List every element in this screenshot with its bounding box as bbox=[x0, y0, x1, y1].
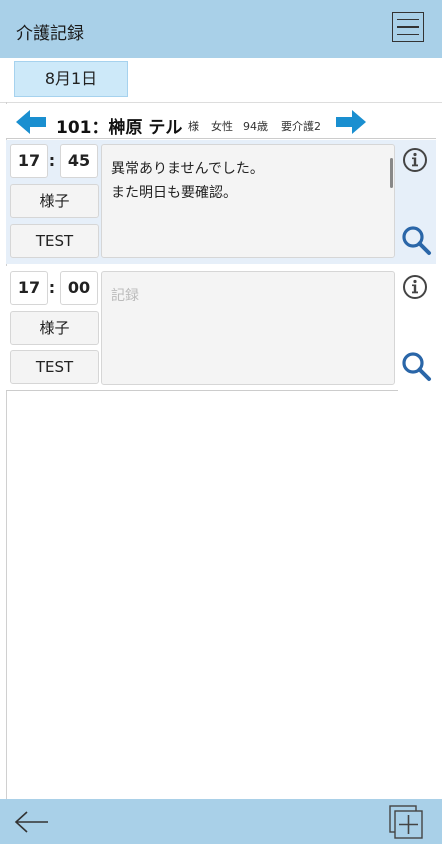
time-separator: : bbox=[48, 151, 56, 170]
add-record-icon[interactable] bbox=[388, 804, 424, 840]
resident-gender: 女性 bbox=[211, 120, 233, 133]
record-staff-button[interactable]: TEST bbox=[10, 224, 99, 258]
record-hour-field[interactable]: 17 bbox=[10, 144, 48, 178]
record-staff-button[interactable]: TEST bbox=[10, 350, 99, 384]
back-arrow-icon[interactable] bbox=[14, 810, 50, 834]
record-hour-field[interactable]: 17 bbox=[10, 271, 48, 305]
page-title: 介護記録 bbox=[16, 24, 84, 44]
info-icon[interactable] bbox=[402, 147, 428, 173]
resident-honorific: 様 bbox=[188, 120, 199, 133]
search-icon[interactable] bbox=[400, 350, 432, 382]
record-note-field[interactable]: 異常ありませんでした。 また明日も要確認。 bbox=[101, 144, 395, 258]
hamburger-menu-icon[interactable] bbox=[392, 12, 424, 42]
resident-age: 94歳 bbox=[243, 120, 268, 133]
note-scrollbar[interactable] bbox=[390, 158, 393, 188]
info-icon[interactable] bbox=[402, 274, 428, 300]
time-separator: : bbox=[48, 278, 56, 297]
record-note-line: 異常ありませんでした。 bbox=[111, 161, 264, 177]
arrow-left-icon[interactable] bbox=[16, 110, 46, 134]
record-minute-field[interactable]: 45 bbox=[60, 144, 98, 178]
arrow-right-icon[interactable] bbox=[336, 110, 366, 134]
record-minute-field[interactable]: 00 bbox=[60, 271, 98, 305]
record-category-button[interactable]: 様子 bbox=[10, 311, 99, 345]
record-note-line: また明日も要確認。 bbox=[111, 185, 237, 201]
date-selector-button[interactable]: 8月1日 bbox=[14, 61, 128, 97]
resident-room-name: 101：榊原 テル bbox=[56, 118, 183, 138]
record-note-field[interactable]: 記録 bbox=[101, 271, 395, 385]
record-category-button[interactable]: 様子 bbox=[10, 184, 99, 218]
app-footer bbox=[0, 799, 442, 844]
search-icon[interactable] bbox=[400, 224, 432, 256]
resident-care-level: 要介護2 bbox=[281, 120, 321, 133]
record-note-placeholder: 記録 bbox=[111, 288, 139, 304]
app-header: 介護記録 bbox=[0, 0, 442, 58]
